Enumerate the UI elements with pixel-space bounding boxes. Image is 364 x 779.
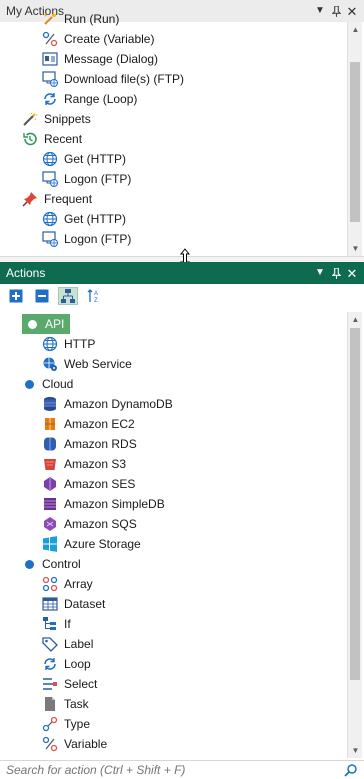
scroll-down-arrow-icon[interactable]: ▼ — [348, 241, 363, 256]
loop-icon — [42, 656, 58, 672]
tree-item[interactable]: Get (HTTP) — [42, 209, 126, 229]
action-item[interactable]: Amazon EC2 — [42, 414, 135, 434]
history-icon — [22, 131, 38, 147]
my-actions-scrollbar[interactable]: ▲ ▼ — [347, 22, 362, 256]
action-search-bar — [0, 760, 364, 779]
scroll-up-arrow-icon[interactable]: ▲ — [348, 312, 363, 327]
variable-icon — [42, 736, 58, 752]
http-icon — [42, 151, 58, 167]
ses-icon — [42, 476, 58, 492]
loop-icon — [42, 91, 58, 107]
action-item[interactable]: Loop — [42, 654, 91, 674]
search-icon[interactable] — [344, 763, 358, 777]
sort-az-icon: AZ — [87, 289, 98, 304]
category-cloud[interactable]: Cloud — [22, 374, 73, 394]
action-item[interactable]: Dataset — [42, 594, 105, 614]
category-bullet-icon — [28, 319, 37, 329]
if-icon — [42, 616, 58, 632]
tree-item-snippets[interactable]: Snippets — [22, 109, 91, 129]
s3-icon — [42, 456, 58, 472]
my-actions-tree: Run (Run) Create (Variable) Message (Dia… — [0, 14, 344, 256]
hierarchy-icon — [61, 289, 75, 303]
search-input[interactable] — [6, 763, 344, 777]
actions-tree: API HTTP Web Service Cloud Amazon Dynamo… — [0, 312, 344, 758]
minus-icon — [35, 289, 49, 303]
dialog-icon — [42, 51, 58, 67]
category-bullet-icon — [25, 559, 34, 569]
action-item[interactable]: Azure Storage — [42, 534, 141, 554]
azure-icon — [42, 536, 58, 552]
category-control[interactable]: Control — [22, 554, 81, 574]
tree-item[interactable]: Get (HTTP) — [42, 149, 126, 169]
sqs-icon — [42, 516, 58, 532]
rds-icon — [42, 436, 58, 452]
action-item[interactable]: HTTP — [42, 334, 95, 354]
select-icon — [42, 676, 58, 692]
action-item[interactable]: Label — [42, 634, 93, 654]
wand-icon — [22, 111, 38, 127]
action-item[interactable]: Array — [42, 574, 93, 594]
tree-item-frequent[interactable]: Frequent — [22, 189, 92, 209]
close-icon[interactable]: ✕ — [346, 266, 358, 280]
action-item[interactable]: Amazon SES — [42, 474, 135, 494]
action-item[interactable]: Amazon DynamoDB — [42, 394, 173, 414]
ftp-icon — [42, 231, 58, 247]
actions-title: Actions — [6, 266, 46, 280]
tree-item[interactable]: Range (Loop) — [42, 89, 137, 109]
svg-text:Z: Z — [94, 298, 98, 304]
action-item[interactable]: Variable — [42, 734, 107, 754]
category-bullet-icon — [25, 379, 34, 389]
array-icon — [42, 576, 58, 592]
tree-item[interactable]: Run (Run) — [42, 14, 119, 29]
simpledb-icon — [42, 496, 58, 512]
action-item[interactable]: Amazon SimpleDB — [42, 494, 165, 514]
svg-text:A: A — [94, 291, 98, 297]
ftp-icon — [42, 171, 58, 187]
action-item[interactable]: Select — [42, 674, 97, 694]
dynamodb-icon — [42, 396, 58, 412]
action-item[interactable]: Amazon RDS — [42, 434, 137, 454]
run-icon — [42, 14, 58, 27]
collapse-all-button[interactable] — [32, 287, 52, 305]
actions-header: Actions ▼ ✕ — [0, 262, 364, 284]
tree-item[interactable]: Message (Dialog) — [42, 49, 158, 69]
tree-item[interactable]: Download file(s) (FTP) — [42, 69, 184, 89]
action-item[interactable]: Amazon S3 — [42, 454, 126, 474]
pin-icon — [22, 191, 38, 207]
ec2-icon — [42, 416, 58, 432]
dropdown-icon[interactable]: ▼ — [314, 266, 326, 280]
http-icon — [42, 336, 58, 352]
category-api[interactable]: API — [22, 314, 71, 334]
dataset-icon — [42, 596, 58, 612]
expand-all-button[interactable] — [6, 287, 26, 305]
label-icon — [42, 636, 58, 652]
tree-item[interactable]: Logon (FTP) — [42, 229, 131, 249]
ftp-icon — [42, 71, 58, 87]
close-icon[interactable]: ✕ — [346, 4, 358, 18]
scroll-down-arrow-icon[interactable]: ▼ — [348, 743, 363, 758]
action-item[interactable]: Web Service — [42, 354, 132, 374]
pin-panel-icon[interactable] — [330, 266, 342, 280]
action-item[interactable]: If — [42, 614, 71, 634]
type-icon — [42, 716, 58, 732]
plus-icon — [9, 289, 23, 303]
action-item[interactable]: Task — [42, 694, 89, 714]
task-icon — [42, 696, 58, 712]
group-by-category-button[interactable] — [58, 287, 78, 305]
scroll-up-arrow-icon[interactable]: ▲ — [348, 22, 363, 37]
web-service-icon — [42, 356, 58, 372]
sort-button[interactable]: AZ — [84, 287, 104, 305]
http-icon — [42, 211, 58, 227]
variable-icon — [42, 31, 58, 47]
scroll-thumb[interactable] — [350, 328, 360, 680]
action-item[interactable]: Type — [42, 714, 90, 734]
tree-item[interactable]: Create (Variable) — [42, 29, 154, 49]
actions-scrollbar[interactable]: ▲ ▼ — [347, 312, 362, 758]
tree-item[interactable]: Logon (FTP) — [42, 169, 131, 189]
scroll-thumb[interactable] — [350, 62, 360, 222]
actions-toolbar: AZ — [6, 287, 104, 305]
action-item[interactable]: Amazon SQS — [42, 514, 137, 534]
tree-item-recent[interactable]: Recent — [22, 129, 82, 149]
